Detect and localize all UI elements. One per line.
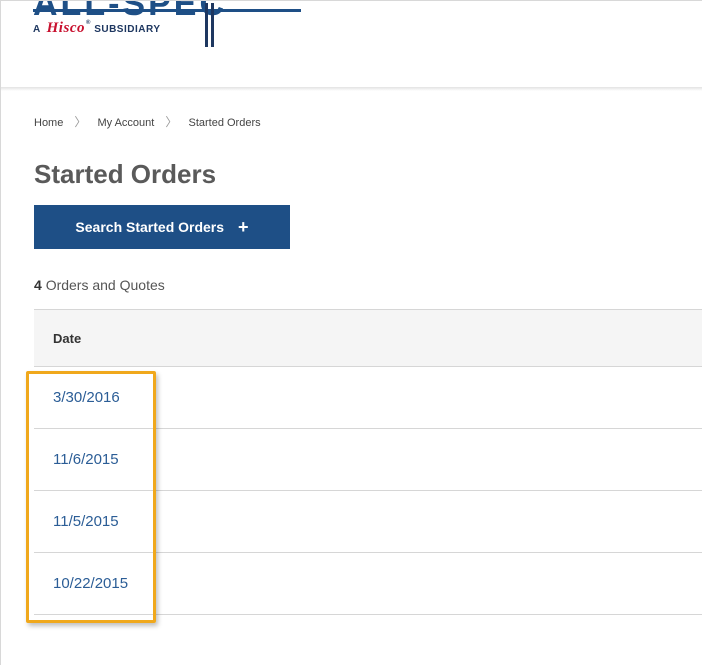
breadcrumb-separator-icon: 〉 xyxy=(74,115,87,129)
breadcrumb-home[interactable]: Home xyxy=(34,117,63,129)
results-count-number: 4 xyxy=(34,277,42,293)
column-header-date[interactable]: Date xyxy=(53,331,81,346)
breadcrumb-separator-icon: 〉 xyxy=(165,115,178,129)
logo-rule xyxy=(33,9,301,12)
table-row: 11/5/2015 xyxy=(34,491,702,553)
logo-bars-mark xyxy=(205,3,217,47)
logo-prefix: A xyxy=(33,24,41,35)
page-title: Started Orders xyxy=(34,159,217,189)
logo-suffix: SUBSIDIARY xyxy=(94,24,161,35)
search-started-orders-button[interactable]: Search Started Orders + xyxy=(34,205,290,249)
results-count-label: Orders and Quotes xyxy=(45,277,165,293)
results-count: 4 Orders and Quotes xyxy=(34,277,165,293)
logo-tagline: A Hisco® SUBSIDIARY xyxy=(33,20,161,36)
order-date-link[interactable]: 11/6/2015 xyxy=(53,451,119,468)
plus-icon: + xyxy=(238,217,249,237)
breadcrumb-my-account[interactable]: My Account xyxy=(97,117,154,129)
table-row: 10/22/2015 xyxy=(34,553,702,615)
table-header-row: Date xyxy=(34,309,702,367)
order-date-link[interactable]: 11/5/2015 xyxy=(53,513,119,530)
site-logo[interactable]: ALL-SPEC A Hisco® SUBSIDIARY xyxy=(33,1,303,49)
order-date-link[interactable]: 3/30/2016 xyxy=(53,389,120,406)
logo-parent-brand: Hisco xyxy=(46,20,85,36)
search-button-label: Search Started Orders xyxy=(75,219,225,235)
page: ALL-SPEC A Hisco® SUBSIDIARY Home 〉 My A… xyxy=(0,0,702,665)
orders-table: Date 3/30/2016 11/6/2015 11/5/2015 10/22… xyxy=(34,309,702,615)
breadcrumb: Home 〉 My Account 〉 Started Orders xyxy=(34,113,261,130)
table-row: 11/6/2015 xyxy=(34,429,702,491)
breadcrumb-started-orders: Started Orders xyxy=(188,117,261,129)
order-date-link[interactable]: 10/22/2015 xyxy=(53,575,128,592)
table-row: 3/30/2016 xyxy=(34,367,702,429)
site-header: ALL-SPEC A Hisco® SUBSIDIARY xyxy=(1,1,702,89)
header-shadow xyxy=(1,87,702,91)
